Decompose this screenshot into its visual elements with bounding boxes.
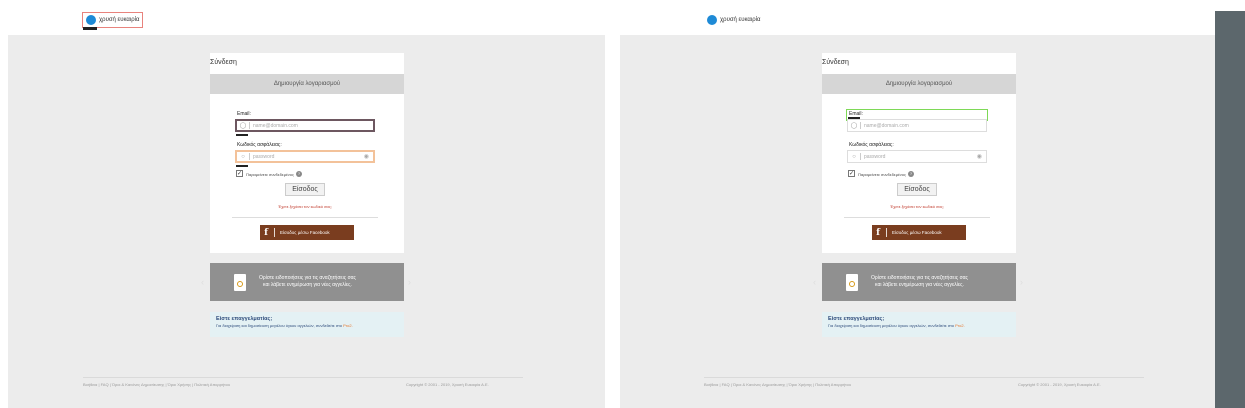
facebook-login-button[interactable]: f Είσοδος μέσω Facebook: [872, 225, 966, 240]
document-search-icon: [846, 273, 858, 291]
pro-title: Είστε επαγγελματίας;: [216, 316, 273, 322]
login-button[interactable]: Είσοδος: [897, 183, 937, 196]
footer-divider: [704, 377, 1144, 378]
copyright: Copyright © 2001 - 2019, Χρυσή Ευκαιρία …: [1018, 382, 1101, 387]
right-pane: χρυσή ευκαιρία Σύνδεση Δημιουργία λογαρι…: [612, 0, 1217, 408]
carousel-next-icon[interactable]: ›: [408, 277, 411, 287]
pro-box: Είστε επαγγελματίας; Για διαχείριση και …: [210, 312, 404, 337]
field-marker: [236, 134, 248, 136]
copyright: Copyright © 2001 - 2019, Χρυσή Ευκαιρία …: [406, 382, 489, 387]
logo-text: χρυσή ευκαιρία: [99, 17, 140, 23]
help-icon[interactable]: ?: [295, 171, 302, 177]
divider: [232, 217, 378, 218]
facebook-icon: f: [876, 227, 880, 238]
pro-link[interactable]: Pro2.: [955, 323, 965, 328]
site-logo[interactable]: χρυσή ευκαιρία: [81, 12, 144, 30]
header: χρυσή ευκαιρία: [612, 0, 1217, 35]
tab-create-account[interactable]: Δημιουργία λογαριασμού: [210, 74, 404, 94]
pro-title: Είστε επαγγελματίας;: [828, 316, 885, 322]
forgot-password-link[interactable]: Έχετε ξεχάσει τον κωδικό σας;: [847, 204, 987, 209]
login-button[interactable]: Είσοδος: [285, 183, 325, 196]
remember-checkbox[interactable]: ✓: [236, 170, 243, 177]
facebook-label: Είσοδος μέσω Facebook: [280, 230, 330, 235]
email-field[interactable]: ◯ name@domain.com: [847, 119, 987, 132]
login-card: Σύνδεση Δημιουργία λογαριασμού Email: ◯ …: [822, 53, 1016, 253]
password-label: Κωδικός ασφάλειας:: [237, 142, 282, 148]
help-icon[interactable]: ?: [907, 171, 914, 177]
email-label: Email:: [237, 111, 251, 117]
facebook-login-button[interactable]: f Είσοδος μέσω Facebook: [260, 225, 354, 240]
logo-icon: [707, 15, 717, 25]
alerts-banner[interactable]: Ορίστε ειδοποιήσεις για τις αναζητήσεις …: [210, 263, 404, 301]
forgot-password-link[interactable]: Έχετε ξεχάσει τον κωδικό σας;: [235, 204, 375, 209]
page-title: Σύνδεση: [210, 59, 237, 66]
logo-icon: [86, 15, 96, 25]
remember-label: Παραμείνετε συνδεδεμένος: [858, 171, 906, 177]
tab-create-account[interactable]: Δημιουργία λογαριασμού: [822, 74, 1016, 94]
carousel-prev-icon[interactable]: ‹: [813, 277, 816, 287]
password-label: Κωδικός ασφάλειας:: [849, 142, 894, 148]
site-logo[interactable]: χρυσή ευκαιρία: [704, 13, 763, 27]
carousel-prev-icon[interactable]: ‹: [201, 277, 204, 287]
page-title: Σύνδεση: [822, 59, 849, 66]
remember-row: Παραμείνετε συνδεδεμένος ?: [858, 171, 914, 177]
user-icon: ◯: [239, 123, 247, 129]
pro-link[interactable]: Pro2.: [343, 323, 353, 328]
banner-text: Ορίστε ειδοποιήσεις για τις αναζητήσεις …: [259, 275, 356, 289]
alerts-banner[interactable]: Ορίστε ειδοποιήσεις για τις αναζητήσεις …: [822, 263, 1016, 301]
user-icon: ◯: [850, 123, 858, 129]
footer-divider: [83, 377, 523, 378]
banner-text: Ορίστε ειδοποιήσεις για τις αναζητήσεις …: [871, 275, 968, 289]
banner-line1: Ορίστε ειδοποιήσεις για τις αναζητήσεις …: [259, 275, 356, 281]
email-placeholder: name@domain.com: [864, 122, 909, 129]
email-field[interactable]: ◯ name@domain.com: [235, 119, 375, 132]
pro-text: Για διαχείριση και δημοσίευση μεγάλου όγ…: [828, 323, 965, 328]
show-password-icon[interactable]: ◉: [364, 153, 369, 160]
pro-box: Είστε επαγγελματίας; Για διαχείριση και …: [822, 312, 1016, 337]
logo-marker: [83, 27, 97, 30]
password-field[interactable]: ○ password ◉: [235, 150, 375, 163]
banner-line2: και λάβετε ενημέρωση για νέες αγγελίες.: [875, 282, 964, 288]
document-search-icon: [234, 273, 246, 291]
pro-text: Για διαχείριση και δημοσίευση μεγάλου όγ…: [216, 323, 353, 328]
login-card: Σύνδεση Δημιουργία λογαριασμού Email: ◯ …: [210, 53, 404, 253]
facebook-label: Είσοδος μέσω Facebook: [892, 230, 942, 235]
remember-row: Παραμείνετε συνδεδεμένος ?: [246, 171, 302, 177]
remember-checkbox[interactable]: ✓: [848, 170, 855, 177]
field-marker: [236, 165, 248, 167]
password-field[interactable]: ○ password ◉: [847, 150, 987, 163]
password-placeholder: password: [253, 153, 275, 160]
banner-line2: και λάβετε ενημέρωση για νέες αγγελίες.: [263, 282, 352, 288]
email-placeholder: name@domain.com: [253, 122, 298, 129]
carousel-next-icon[interactable]: ›: [1020, 277, 1023, 287]
footer-links[interactable]: Βοήθεια | FAQ | Όροι & Κανόνες Δημοσίευσ…: [83, 382, 230, 387]
footer-links[interactable]: Βοήθεια | FAQ | Όροι & Κανόνες Δημοσίευσ…: [704, 382, 851, 387]
lock-icon: ○: [852, 153, 856, 160]
show-password-icon[interactable]: ◉: [977, 153, 982, 160]
password-placeholder: password: [864, 153, 886, 160]
scrollbar[interactable]: [1215, 11, 1245, 408]
lock-icon: ○: [241, 153, 245, 160]
header: χρυσή ευκαιρία: [0, 0, 605, 35]
left-pane: χρυσή ευκαιρία Σύνδεση Δημιουργία λογαρι…: [0, 0, 605, 408]
facebook-icon: f: [264, 227, 268, 238]
remember-label: Παραμείνετε συνδεδεμένος: [246, 171, 294, 177]
logo-text: χρυσή ευκαιρία: [720, 17, 761, 23]
banner-line1: Ορίστε ειδοποιήσεις για τις αναζητήσεις …: [871, 275, 968, 281]
divider: [844, 217, 990, 218]
